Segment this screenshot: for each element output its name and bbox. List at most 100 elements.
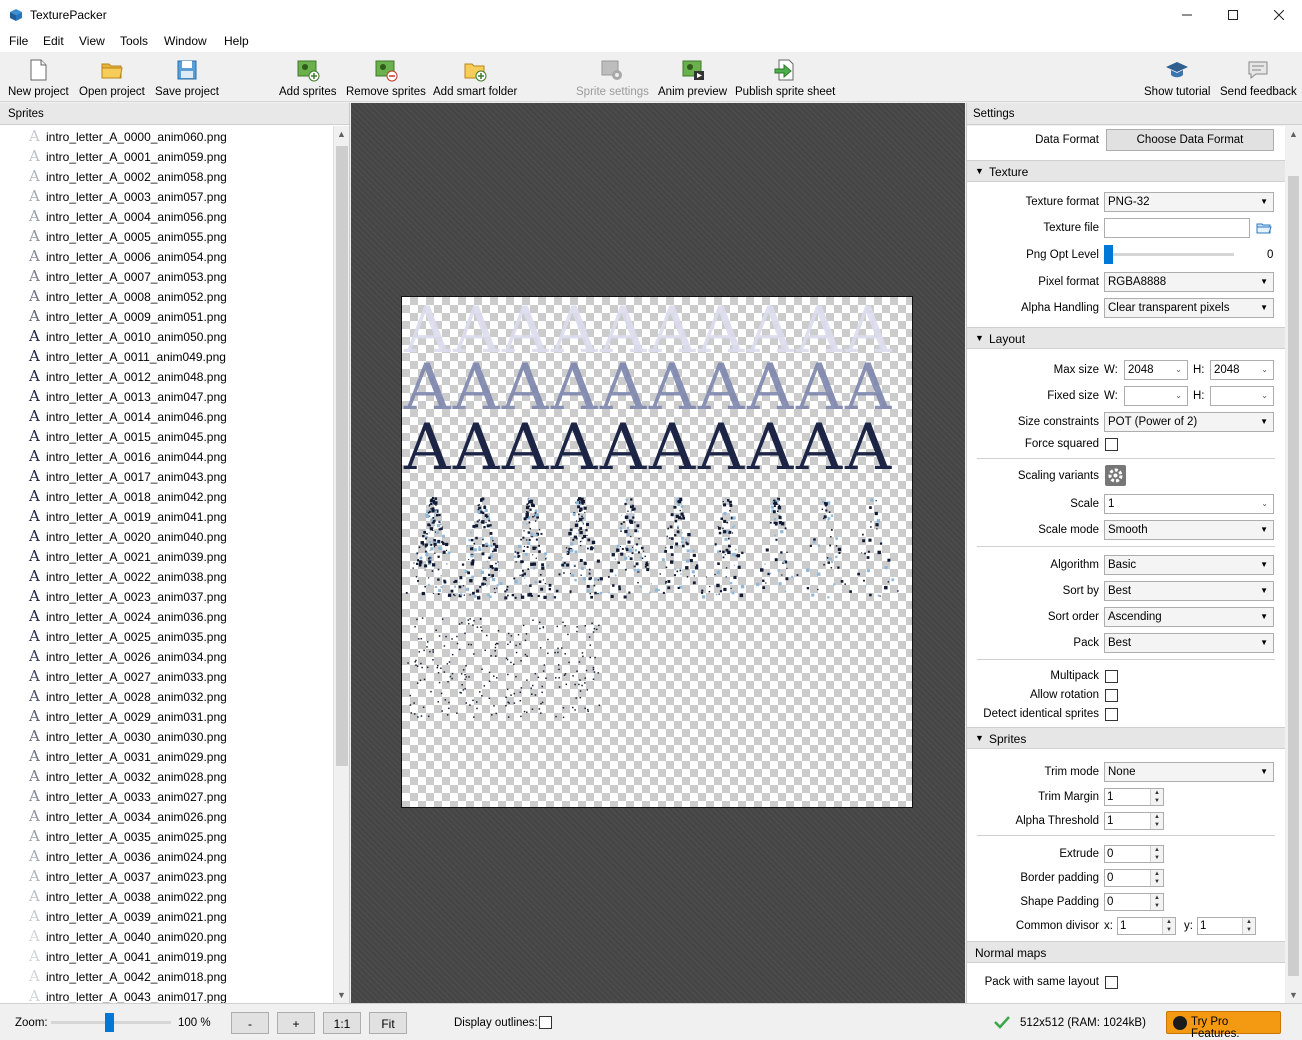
scale-select[interactable]: 1 ⌄ bbox=[1104, 494, 1274, 514]
scrollbar-thumb[interactable] bbox=[1288, 176, 1299, 976]
sprite-list-item[interactable]: Aintro_letter_A_0001_anim059.png bbox=[0, 146, 332, 166]
sprite-list-item[interactable]: Aintro_letter_A_0025_anim035.png bbox=[0, 626, 332, 646]
new-project-button[interactable]: New project bbox=[8, 58, 69, 102]
sprite-list-item[interactable]: Aintro_letter_A_0011_anim049.png bbox=[0, 346, 332, 366]
pack-same-layout-checkbox[interactable] bbox=[1105, 976, 1118, 989]
zoom-in-button[interactable]: + bbox=[277, 1012, 315, 1034]
sprite-list-item[interactable]: Aintro_letter_A_0034_anim026.png bbox=[0, 806, 332, 826]
anim-preview-button[interactable]: Anim preview bbox=[658, 58, 727, 102]
sprite-list-scrollbar[interactable]: ▲ ▼ bbox=[333, 126, 349, 1003]
sprite-list-item[interactable]: Aintro_letter_A_0015_anim045.png bbox=[0, 426, 332, 446]
scroll-up-arrow-icon[interactable]: ▲ bbox=[337, 129, 346, 139]
menu-help[interactable]: Help bbox=[224, 34, 249, 48]
spin-arrows-icon[interactable]: ▲ ▼ bbox=[1150, 789, 1163, 805]
algorithm-select[interactable]: Basic ▼ bbox=[1104, 555, 1274, 575]
sprite-list-item[interactable]: Aintro_letter_A_0039_anim021.png bbox=[0, 906, 332, 926]
sprite-list-item[interactable]: Aintro_letter_A_0023_anim037.png bbox=[0, 586, 332, 606]
sprite-list-item[interactable]: Aintro_letter_A_0043_anim017.png bbox=[0, 986, 332, 1003]
pack-select[interactable]: Best ▼ bbox=[1104, 633, 1274, 653]
zoom-slider[interactable] bbox=[51, 1013, 171, 1032]
menu-edit[interactable]: Edit bbox=[43, 34, 64, 48]
sprite-list-item[interactable]: Aintro_letter_A_0029_anim031.png bbox=[0, 706, 332, 726]
add-smart-folder-button[interactable]: Add smart folder bbox=[433, 58, 517, 102]
zoom-out-button[interactable]: - bbox=[231, 1012, 269, 1034]
sprite-settings-button[interactable]: Sprite settings bbox=[576, 58, 649, 102]
sprite-list-item[interactable]: Aintro_letter_A_0021_anim039.png bbox=[0, 546, 332, 566]
sprite-sheet-canvas[interactable]: AAAAAAAAAAAAAAAAAAAAAAAAAAAAAA bbox=[351, 103, 965, 1003]
save-project-button[interactable]: Save project bbox=[155, 58, 219, 102]
sprite-list-item[interactable]: Aintro_letter_A_0028_anim032.png bbox=[0, 686, 332, 706]
extrude-spinbox[interactable]: 0 ▲ ▼ bbox=[1104, 845, 1164, 863]
fixed-width-select[interactable]: ⌄ bbox=[1124, 386, 1188, 406]
alpha-handling-select[interactable]: Clear transparent pixels ▼ bbox=[1104, 298, 1274, 318]
max-width-select[interactable]: 2048 ⌄ bbox=[1124, 360, 1188, 380]
sprite-list-item[interactable]: Aintro_letter_A_0019_anim041.png bbox=[0, 506, 332, 526]
sprite-list-item[interactable]: Aintro_letter_A_0035_anim025.png bbox=[0, 826, 332, 846]
border-padding-spinbox[interactable]: 0 ▲ ▼ bbox=[1104, 869, 1164, 887]
minimize-button[interactable] bbox=[1164, 0, 1210, 30]
sprite-list-item[interactable]: Aintro_letter_A_0004_anim056.png bbox=[0, 206, 332, 226]
show-tutorial-button[interactable]: Show tutorial bbox=[1144, 58, 1210, 102]
png-opt-level-slider[interactable] bbox=[1104, 245, 1234, 264]
scroll-down-arrow-icon[interactable]: ▼ bbox=[1289, 990, 1298, 1000]
sprite-list-item[interactable]: Aintro_letter_A_0005_anim055.png bbox=[0, 226, 332, 246]
size-constraints-select[interactable]: POT (Power of 2) ▼ bbox=[1104, 412, 1274, 432]
sprite-list-item[interactable]: Aintro_letter_A_0040_anim020.png bbox=[0, 926, 332, 946]
sprite-list-item[interactable]: Aintro_letter_A_0000_anim060.png bbox=[0, 126, 332, 146]
sprite-list-item[interactable]: Aintro_letter_A_0006_anim054.png bbox=[0, 246, 332, 266]
display-outlines-checkbox[interactable] bbox=[539, 1016, 552, 1029]
try-pro-features-button[interactable]: Try Pro Features. bbox=[1166, 1011, 1281, 1040]
trim-mode-select[interactable]: None ▼ bbox=[1104, 762, 1274, 782]
scroll-up-arrow-icon[interactable]: ▲ bbox=[1289, 129, 1298, 139]
settings-scrollbar[interactable]: ▲ ▼ bbox=[1285, 126, 1302, 1003]
spin-arrows-icon[interactable]: ▲ ▼ bbox=[1242, 918, 1255, 934]
spin-arrows-icon[interactable]: ▲ ▼ bbox=[1150, 846, 1163, 862]
sprite-list-item[interactable]: Aintro_letter_A_0009_anim051.png bbox=[0, 306, 332, 326]
sprite-list-item[interactable]: Aintro_letter_A_0014_anim046.png bbox=[0, 406, 332, 426]
spin-arrows-icon[interactable]: ▲ ▼ bbox=[1150, 813, 1163, 829]
menu-file[interactable]: File bbox=[9, 34, 28, 48]
sprite-list-item[interactable]: Aintro_letter_A_0037_anim023.png bbox=[0, 866, 332, 886]
spin-arrows-icon[interactable]: ▲ ▼ bbox=[1150, 894, 1163, 910]
sprite-list-item[interactable]: Aintro_letter_A_0020_anim040.png bbox=[0, 526, 332, 546]
menu-window[interactable]: Window bbox=[164, 34, 207, 48]
sprite-list-item[interactable]: Aintro_letter_A_0042_anim018.png bbox=[0, 966, 332, 986]
texture-file-input[interactable] bbox=[1104, 218, 1250, 238]
sprite-list-item[interactable]: Aintro_letter_A_0036_anim024.png bbox=[0, 846, 332, 866]
open-project-button[interactable]: Open project bbox=[79, 58, 145, 102]
close-button[interactable] bbox=[1256, 0, 1302, 30]
sprite-list-item[interactable]: Aintro_letter_A_0024_anim036.png bbox=[0, 606, 332, 626]
normal-maps-section-header[interactable]: Normal maps bbox=[967, 941, 1285, 963]
zoom-slider-handle[interactable] bbox=[104, 1013, 114, 1032]
zoom-fit-button[interactable]: Fit bbox=[369, 1012, 407, 1034]
maximize-button[interactable] bbox=[1210, 0, 1256, 30]
texture-format-select[interactable]: PNG-32 ▼ bbox=[1104, 192, 1274, 212]
sprite-list-item[interactable]: Aintro_letter_A_0027_anim033.png bbox=[0, 666, 332, 686]
detect-identical-sprites-checkbox[interactable] bbox=[1105, 708, 1118, 721]
menu-view[interactable]: View bbox=[79, 34, 105, 48]
sprites-section-header[interactable]: ▼ Sprites bbox=[967, 727, 1285, 749]
scroll-down-arrow-icon[interactable]: ▼ bbox=[337, 990, 346, 1000]
alpha-threshold-spinbox[interactable]: 1 ▲ ▼ bbox=[1104, 812, 1164, 830]
sprite-list-item[interactable]: Aintro_letter_A_0041_anim019.png bbox=[0, 946, 332, 966]
scale-mode-select[interactable]: Smooth ▼ bbox=[1104, 520, 1274, 540]
png-opt-level-slider-handle[interactable] bbox=[1104, 245, 1113, 264]
layout-section-header[interactable]: ▼ Layout bbox=[967, 327, 1285, 349]
sprite-list-item[interactable]: Aintro_letter_A_0017_anim043.png bbox=[0, 466, 332, 486]
max-height-select[interactable]: 2048 ⌄ bbox=[1210, 360, 1274, 380]
sprite-list[interactable]: Aintro_letter_A_0000_anim060.png Aintro_l… bbox=[0, 126, 332, 1003]
sprite-list-item[interactable]: Aintro_letter_A_0018_anim042.png bbox=[0, 486, 332, 506]
spin-arrows-icon[interactable]: ▲ ▼ bbox=[1150, 870, 1163, 886]
allow-rotation-checkbox[interactable] bbox=[1105, 689, 1118, 702]
sprite-list-item[interactable]: Aintro_letter_A_0022_anim038.png bbox=[0, 566, 332, 586]
sprite-list-item[interactable]: Aintro_letter_A_0038_anim022.png bbox=[0, 886, 332, 906]
sprite-list-item[interactable]: Aintro_letter_A_0026_anim034.png bbox=[0, 646, 332, 666]
sprite-list-item[interactable]: Aintro_letter_A_0012_anim048.png bbox=[0, 366, 332, 386]
fixed-height-select[interactable]: ⌄ bbox=[1210, 386, 1274, 406]
add-sprites-button[interactable]: Add sprites bbox=[279, 58, 337, 102]
sprite-list-item[interactable]: Aintro_letter_A_0016_anim044.png bbox=[0, 446, 332, 466]
sprite-list-item[interactable]: Aintro_letter_A_0007_anim053.png bbox=[0, 266, 332, 286]
sprite-list-item[interactable]: Aintro_letter_A_0003_anim057.png bbox=[0, 186, 332, 206]
sprite-list-item[interactable]: Aintro_letter_A_0031_anim029.png bbox=[0, 746, 332, 766]
shape-padding-spinbox[interactable]: 0 ▲ ▼ bbox=[1104, 893, 1164, 911]
